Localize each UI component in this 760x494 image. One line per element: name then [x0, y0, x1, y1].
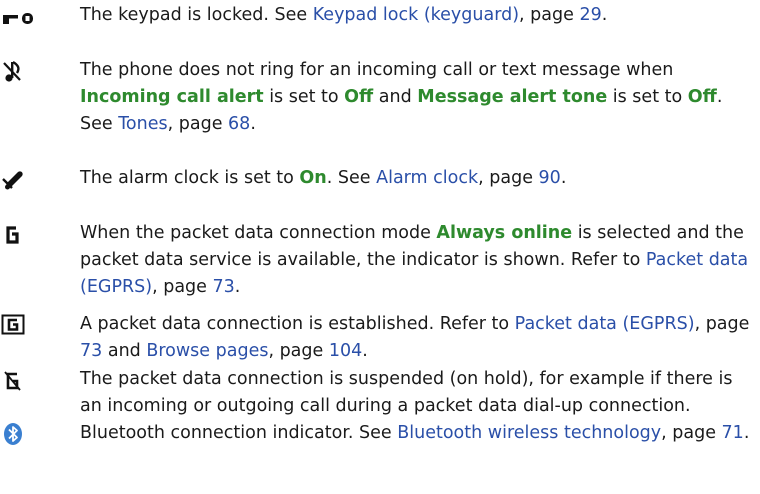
indicator-description: A packet data connection is established.… — [80, 311, 752, 365]
setting-name: Always online — [436, 223, 573, 243]
cross-reference-link[interactable]: 73 — [80, 341, 102, 361]
cross-reference-link[interactable]: 90 — [539, 168, 561, 188]
packet-data-available-icon — [0, 220, 40, 247]
cross-reference-link[interactable]: Browse pages — [146, 341, 268, 361]
cross-reference-link[interactable]: 68 — [228, 114, 250, 134]
description-text: . See — [326, 168, 377, 188]
cross-reference-link[interactable]: 71 — [722, 423, 744, 443]
description-text: The packet data connection is suspended … — [80, 369, 733, 416]
description-text: The phone does not ring for an incoming … — [80, 60, 674, 80]
alarm-bell-icon — [0, 165, 40, 192]
description-text: is set to — [263, 87, 345, 107]
packet-data-suspended-icon — [0, 366, 40, 393]
description-text: , page — [478, 168, 539, 188]
indicator-description: The packet data connection is suspended … — [80, 366, 752, 420]
description-text: , page — [268, 341, 329, 361]
indicator-description: Bluetooth connection indicator. See Blue… — [80, 420, 752, 447]
setting-name: Off — [687, 87, 717, 107]
description-text: . — [743, 423, 750, 443]
description-text: Bluetooth connection indicator. See — [80, 423, 398, 443]
indicator-description: The phone does not ring for an incoming … — [80, 57, 752, 138]
description-text: . — [250, 114, 256, 134]
setting-name: Off — [344, 87, 374, 107]
description-text: , page — [152, 277, 213, 297]
cross-reference-link[interactable]: Tones — [118, 114, 167, 134]
description-text: , page — [694, 314, 750, 334]
description-text: When the packet data connection mode — [80, 223, 437, 243]
description-text: The keypad is locked. See — [80, 5, 313, 25]
packet-data-established-icon — [0, 311, 40, 338]
setting-name: Message alert tone — [417, 87, 608, 107]
cross-reference-link[interactable]: 73 — [213, 277, 235, 297]
description-text: . — [234, 277, 241, 297]
cross-reference-link[interactable]: Bluetooth wireless technology — [397, 423, 661, 443]
cross-reference-link[interactable]: 104 — [329, 341, 362, 361]
description-text: . — [560, 168, 567, 188]
indicator-description: When the packet data connection mode Alw… — [80, 220, 752, 301]
cross-reference-link[interactable]: Packet data (EGPRS) — [515, 314, 695, 334]
cross-reference-link[interactable]: 29 — [579, 5, 601, 25]
description-text: . — [362, 341, 368, 361]
description-text: , page — [519, 5, 580, 25]
indicator-description: The alarm clock is set to On. See Alarm … — [80, 165, 752, 192]
silent-icon — [0, 57, 40, 84]
description-text: is set to — [607, 87, 688, 107]
description-text: The alarm clock is set to — [80, 168, 300, 188]
indicator-description: The keypad is locked. See Keypad lock (k… — [80, 2, 752, 29]
setting-name: Incoming call alert — [80, 87, 264, 107]
description-text: A packet data connection is established.… — [80, 314, 515, 334]
cross-reference-link[interactable]: Keypad lock (keyguard) — [313, 5, 519, 25]
cross-reference-link[interactable]: Alarm clock — [376, 168, 478, 188]
description-text: . — [601, 5, 608, 25]
description-text: and — [373, 87, 418, 107]
bluetooth-icon — [0, 420, 40, 447]
description-text: , page — [167, 114, 229, 134]
description-text: , page — [661, 423, 722, 443]
description-text: and — [102, 341, 147, 361]
keypad-lock-icon — [0, 2, 40, 29]
setting-name: On — [299, 168, 327, 188]
